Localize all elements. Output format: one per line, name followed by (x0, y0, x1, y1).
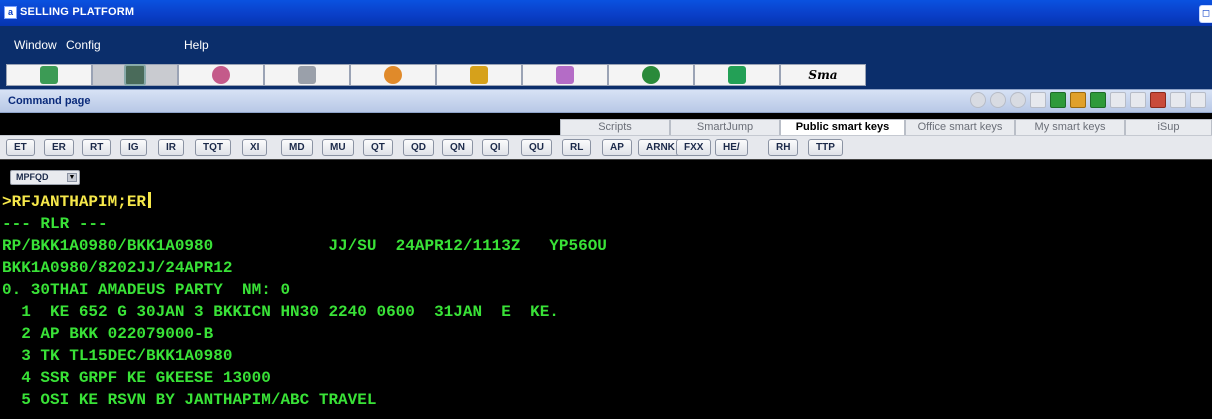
main-toolbar: Sma (0, 62, 1212, 89)
office-select[interactable]: MPFQD ▼ (10, 170, 80, 185)
terminal-output-line: 4 SSR GRPF KE GKEESE 13000 (2, 369, 271, 387)
terminal-output-line: 1 KE 652 G 30JAN 3 BKKICN HN30 2240 0600… (2, 303, 559, 321)
group-icon[interactable] (1090, 92, 1106, 108)
smartkey-button[interactable]: XI (242, 139, 268, 156)
smartkey-button[interactable]: TQT (195, 139, 231, 156)
toolbar-highlighter-button[interactable] (694, 64, 780, 86)
people-icon (470, 66, 488, 84)
globe-icon (384, 66, 402, 84)
agent-icon (212, 66, 230, 84)
header-icon-bar (970, 92, 1206, 108)
terminal-output-line: BKK1A0980/8202JJ/24APR12 (2, 259, 233, 277)
terminal-command-line[interactable]: >RFJANTHAPIM;ER (2, 191, 152, 213)
notes-icon (556, 66, 574, 84)
smartkey-button[interactable]: RT (82, 139, 112, 156)
chevron-down-icon[interactable]: ▼ (67, 173, 77, 182)
plane-icon (298, 66, 316, 84)
toolbar-terminal-button[interactable] (92, 64, 178, 86)
smartkey-button[interactable]: MU (322, 139, 354, 156)
terminal-output-line: 0. 30THAI AMADEUS PARTY NM: 0 (2, 281, 291, 299)
info-icon (642, 66, 660, 84)
book-icon (40, 66, 58, 84)
app-icon: a (4, 6, 17, 19)
terminal-command: >RFJANTHAPIM;ER (2, 193, 147, 211)
smartkey-button[interactable]: TTP (808, 139, 843, 156)
smartkey-button[interactable]: QN (442, 139, 473, 156)
office-select-row: MPFQD ▼ (0, 159, 1212, 187)
command-page-header: Command page (0, 89, 1212, 113)
tab-office-smart-keys[interactable]: Office smart keys (905, 119, 1015, 135)
toolbar-info-button[interactable] (608, 64, 694, 86)
terminal-output-line: 5 OSI KE RSVN BY JANTHAPIM/ABC TRAVEL (2, 391, 377, 409)
pause-icon[interactable] (970, 92, 986, 108)
brush-icon[interactable] (1070, 92, 1086, 108)
toolbar-agent-button[interactable] (178, 64, 264, 86)
smartkey-button-row: ET ER RT IG IR TQT XI MD MU QT QD QN QI … (0, 135, 1212, 159)
play-icon[interactable] (990, 92, 1006, 108)
menu-config[interactable]: Config (66, 38, 101, 52)
terminal-output-line: 2 AP BKK 022079000-B (2, 325, 214, 343)
smartkey-button[interactable]: QD (403, 139, 434, 156)
smartkey-button[interactable]: QT (363, 139, 393, 156)
highlighter-icon (728, 66, 746, 84)
menu-window[interactable]: Window (14, 38, 57, 52)
toolbar-people-button[interactable] (436, 64, 522, 86)
window-control-button[interactable]: ◻ (1199, 5, 1212, 23)
smartkey-tab-strip: Scripts SmartJump Public smart keys Offi… (0, 113, 1212, 135)
toolbar-sma-button[interactable]: Sma (780, 64, 866, 86)
terminal-output-line: --- RLR --- (2, 215, 108, 233)
smartkey-button[interactable]: IR (158, 139, 184, 156)
tab-public-smart-keys[interactable]: Public smart keys (780, 119, 905, 135)
toolbar-notes-button[interactable] (522, 64, 608, 86)
terminal-output-line: 3 TK TL15DEC/BKK1A0980 (2, 347, 233, 365)
toolbar-plane-button[interactable] (264, 64, 350, 86)
text-cursor (148, 192, 152, 208)
command-terminal[interactable]: >RFJANTHAPIM;ER --- RLR --- RP/BKK1A0980… (0, 187, 1212, 419)
tab-isup[interactable]: iSup (1125, 119, 1212, 135)
menu-bar: Window Config Help (0, 26, 1212, 62)
smartkey-button[interactable]: FXX (676, 139, 712, 156)
list-icon[interactable] (1110, 92, 1126, 108)
smartkey-button[interactable]: AP (602, 139, 632, 156)
office-select-value: MPFQD (16, 172, 49, 182)
smartkey-button[interactable]: ET (6, 139, 35, 156)
document-icon[interactable] (1050, 92, 1066, 108)
grid-icon[interactable] (1130, 92, 1146, 108)
window-title: SELLING PLATFORM (20, 6, 135, 18)
toolbar-book-button[interactable] (6, 64, 92, 86)
command-page-title: Command page (8, 95, 91, 107)
smartkey-button[interactable]: QI (482, 139, 509, 156)
tab-scripts[interactable]: Scripts (560, 119, 670, 135)
tab-smartjump[interactable]: SmartJump (670, 119, 780, 135)
toolbar-globe-button[interactable] (350, 64, 436, 86)
title-bar: a SELLING PLATFORM ◻ (0, 0, 1212, 26)
window-icon[interactable] (1190, 92, 1206, 108)
menu-help[interactable]: Help (184, 38, 209, 52)
smartkey-button[interactable]: MD (281, 139, 313, 156)
flag-icon[interactable] (1150, 92, 1166, 108)
terminal-icon (124, 64, 146, 86)
smartkey-button[interactable]: ER (44, 139, 74, 156)
smartkey-button[interactable]: QU (521, 139, 552, 156)
smartkey-button[interactable]: RH (768, 139, 799, 156)
tab-my-smart-keys[interactable]: My smart keys (1015, 119, 1125, 135)
terminal-output-line: RP/BKK1A0980/BKK1A0980 JJ/SU 24APR12/111… (2, 237, 607, 255)
pen-icon[interactable] (1030, 92, 1046, 108)
pnr-icon[interactable] (1170, 92, 1186, 108)
stop-icon[interactable] (1010, 92, 1026, 108)
smartkey-button[interactable]: RL (562, 139, 592, 156)
smartkey-button[interactable]: HE/ (715, 139, 748, 156)
sma-label: Sma (808, 68, 838, 82)
smartkey-button[interactable]: IG (120, 139, 147, 156)
